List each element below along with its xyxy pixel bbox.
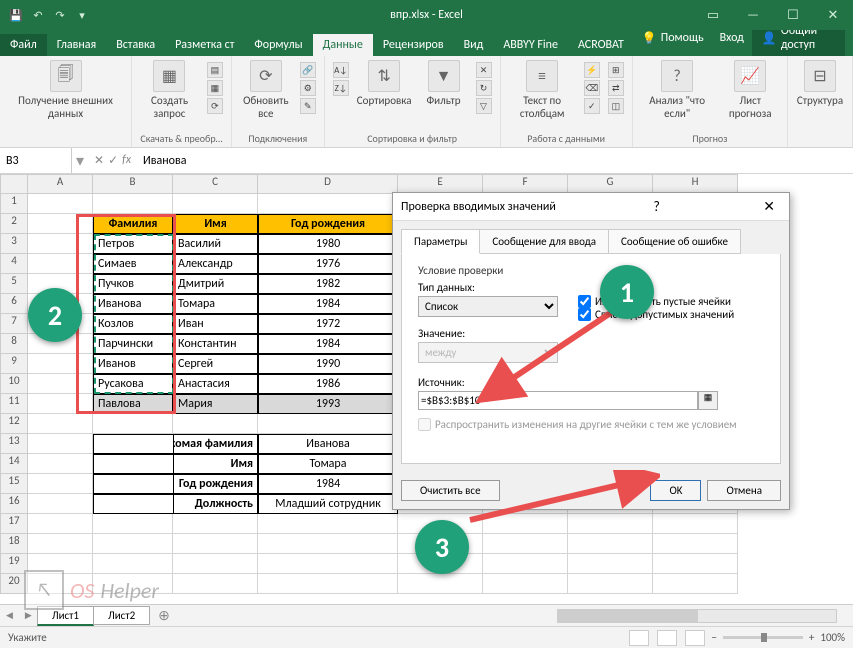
enter-formula-icon[interactable]: ✓ (108, 153, 118, 168)
tab-file[interactable]: Файл (0, 34, 47, 56)
dialog-title: Проверка вводимых значений (401, 200, 556, 214)
dialog-tab-input-msg[interactable]: Сообщение для ввода (479, 229, 609, 254)
page-layout-view-icon[interactable] (657, 630, 677, 646)
cursor-icon: ↖ (24, 570, 64, 610)
range-picker-icon[interactable]: ▦ (698, 391, 718, 410)
sort-asc-button[interactable]: A↓ (333, 62, 349, 78)
callout-1: 1 (600, 265, 654, 319)
minimize-icon[interactable]: — (733, 0, 773, 30)
col-header[interactable]: E (398, 174, 483, 194)
zoom-level[interactable]: 100% (820, 631, 845, 644)
tab-formulas[interactable]: Формулы (244, 34, 312, 56)
sheet-nav-prev-icon[interactable]: ◀ (0, 610, 19, 621)
col-header[interactable]: H (653, 174, 738, 194)
flash-fill-button[interactable]: ⚡ (584, 62, 600, 78)
status-bar: Укажите − + 100% (0, 626, 853, 648)
callout-2: 2 (28, 288, 82, 342)
col-header[interactable]: C (173, 174, 258, 194)
reapply-button[interactable]: ↻ (476, 80, 492, 96)
cancel-formula-icon[interactable]: ✕ (94, 153, 104, 168)
title-bar: 💾 ↶ ↷ ▾ впр.xlsx - Excel ▭ — ☐ ✕ (0, 0, 853, 30)
sheet-nav-next-icon[interactable]: ▶ (19, 610, 38, 621)
consolidate-button[interactable]: ⊞ (608, 62, 624, 78)
tab-acrobat[interactable]: ACROBAT (568, 34, 634, 56)
properties-button[interactable]: ⚙ (300, 80, 316, 96)
tab-view[interactable]: Вид (454, 34, 494, 56)
callout-3: 3 (415, 520, 469, 574)
formula-bar: B3 ▾ ✕ ✓ fx Иванова (0, 148, 853, 174)
manage-model-button[interactable]: ◫ (608, 98, 624, 114)
edit-links-button[interactable]: ✎ (300, 98, 316, 114)
filter-button[interactable]: ▼Фильтр (420, 60, 468, 107)
sort-desc-button[interactable]: Z↓ (333, 80, 349, 96)
col-header[interactable]: B (93, 174, 173, 194)
fx-icon[interactable]: fx (122, 153, 131, 168)
ribbon-options-icon[interactable]: ▭ (693, 0, 733, 30)
cancel-button[interactable]: Отмена (707, 480, 781, 501)
table-header[interactable]: Фамилия (93, 214, 173, 234)
redo-icon[interactable]: ↷ (52, 7, 68, 23)
table-header[interactable]: Имя (173, 214, 258, 234)
dialog-close-icon[interactable]: ✕ (757, 198, 781, 215)
text-to-columns-button[interactable]: ≡Текст по столбцам (509, 60, 576, 120)
relations-button[interactable]: ⇄ (608, 80, 624, 96)
new-query-button[interactable]: ▦Создать запрос (140, 60, 199, 120)
page-break-view-icon[interactable] (685, 630, 705, 646)
close-icon[interactable]: ✕ (813, 0, 853, 30)
tab-home[interactable]: Главная (47, 34, 106, 56)
connections-button[interactable]: 🔗 (300, 62, 316, 78)
show-queries-button[interactable]: ▤ (207, 62, 223, 78)
col-header[interactable]: G (568, 174, 653, 194)
horizontal-scrollbar[interactable] (557, 609, 837, 623)
name-box[interactable]: B3 (0, 148, 72, 173)
condition-legend: Условие проверки (418, 264, 503, 277)
annotation-arrow-3 (460, 470, 660, 530)
normal-view-icon[interactable] (629, 630, 649, 646)
tab-layout[interactable]: Разметка ст (165, 34, 244, 56)
sort-button[interactable]: ⇅Сортировка (357, 60, 412, 107)
refresh-all-button[interactable]: ⟳Обновить все (240, 60, 292, 120)
select-all-corner[interactable] (0, 174, 28, 194)
formula-input[interactable]: Иванова (137, 154, 853, 168)
watermark: ↖ OSHelper (24, 570, 159, 610)
recent-sources-button[interactable]: ⟳ (207, 98, 223, 114)
maximize-icon[interactable]: ☐ (773, 0, 813, 30)
save-icon[interactable]: 💾 (8, 7, 24, 23)
tab-data[interactable]: Данные (313, 34, 373, 56)
dialog-tab-params[interactable]: Параметры (401, 229, 480, 254)
clear-filter-button[interactable]: ✕ (476, 62, 492, 78)
annotation-arrow-1 (475, 300, 635, 410)
what-if-button[interactable]: ?Анализ "что если" (641, 60, 714, 120)
outline-button[interactable]: ⊟Структура (796, 60, 844, 107)
data-validation-button[interactable]: ✓ (584, 98, 600, 114)
forecast-button[interactable]: 📈Лист прогноза (721, 60, 779, 120)
window-title: впр.xlsx - Excel (390, 8, 463, 22)
zoom-slider[interactable] (723, 636, 803, 639)
ribbon: 🗐Получение внешних данных ▦Создать запро… (0, 56, 853, 148)
advanced-button[interactable]: ▽ (476, 98, 492, 114)
get-external-data-button[interactable]: 🗐Получение внешних данных (8, 60, 123, 120)
qat-more-icon[interactable]: ▾ (74, 7, 90, 23)
col-header[interactable]: D (258, 174, 398, 194)
status-mode: Укажите (8, 631, 47, 644)
undo-icon[interactable]: ↶ (30, 7, 46, 23)
tab-insert[interactable]: Вставка (106, 34, 165, 56)
tab-abbyy[interactable]: ABBYY Fine (493, 34, 568, 56)
col-header[interactable]: F (483, 174, 568, 194)
zoom-in-icon[interactable]: + (809, 631, 814, 644)
type-label: Тип данных: (418, 281, 558, 294)
from-table-button[interactable]: ▦ (207, 80, 223, 96)
tab-review[interactable]: Рецензиров (373, 34, 454, 56)
remove-dup-button[interactable]: ⌫ (584, 80, 600, 96)
propagate-checkbox (418, 418, 431, 431)
col-header[interactable]: A (28, 174, 93, 194)
dialog-tab-error-msg[interactable]: Сообщение об ошибке (608, 229, 741, 254)
table-header[interactable]: Год рождения (258, 214, 398, 234)
zoom-out-icon[interactable]: − (711, 631, 716, 644)
dialog-help-icon[interactable]: ? (647, 198, 666, 215)
ribbon-tabs: Файл Главная Вставка Разметка ст Формулы… (0, 30, 853, 56)
login-button[interactable]: Вход (712, 27, 752, 49)
